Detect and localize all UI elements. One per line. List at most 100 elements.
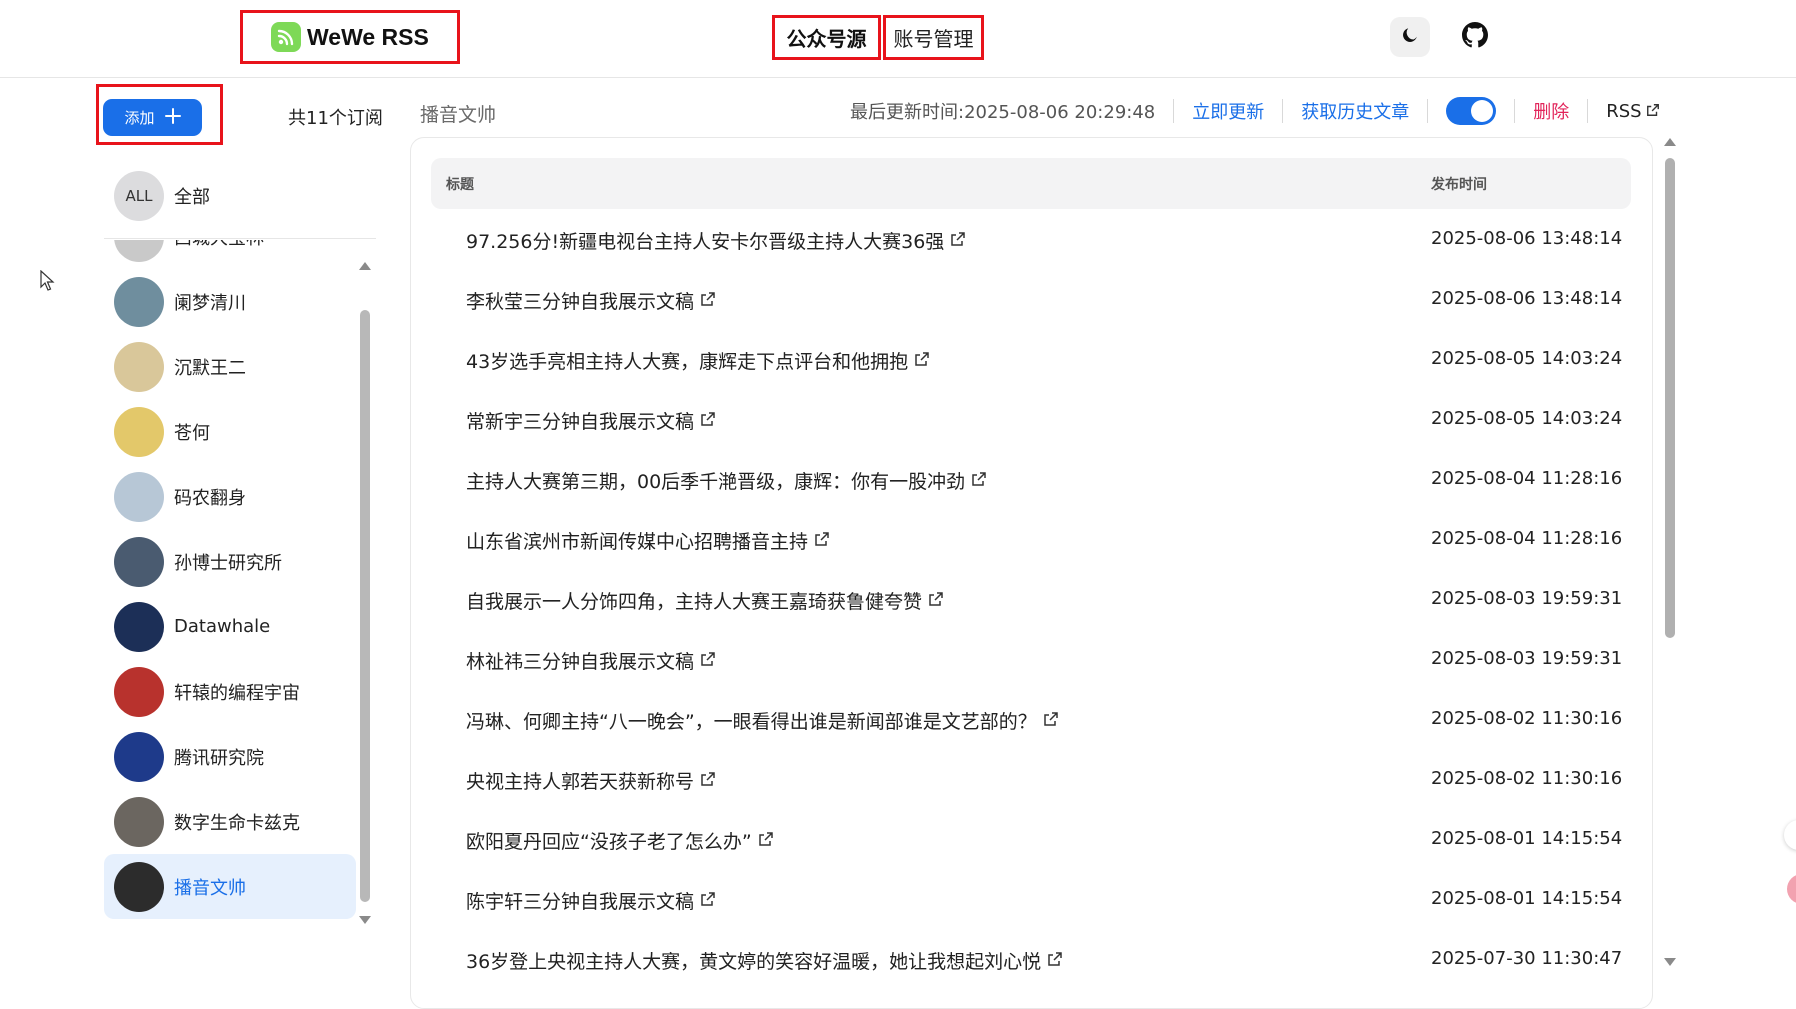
brand-name[interactable]: WeWe RSS: [307, 24, 429, 51]
article-title-link[interactable]: 自我展示一人分饰四角，主持人大赛王嘉琦获鲁健夸赞: [466, 587, 944, 614]
article-title-link[interactable]: 山东省滨州市新闻传媒中心招聘播音主持: [466, 527, 830, 554]
plus-icon: [164, 107, 181, 128]
avatar: [114, 276, 164, 327]
update-now-link[interactable]: 立即更新: [1174, 99, 1284, 123]
avatar: [114, 240, 164, 262]
article-title-link[interactable]: 常新宇三分钟自我展示文稿: [466, 407, 716, 434]
scroll-down-icon[interactable]: [1664, 958, 1676, 966]
article-title-link[interactable]: 欧阳夏丹回应“没孩子老了怎么办”: [466, 827, 774, 854]
sidebar-item-all[interactable]: ALL 全部: [104, 167, 354, 225]
table-row: 欧阳夏丹回应“没孩子老了怎么办” 2025-08-01 14:15:54: [431, 809, 1631, 869]
sidebar-account-item[interactable]: 数字生命卡兹克: [104, 789, 356, 854]
external-link-icon: [700, 890, 716, 912]
article-title-link[interactable]: 李秋莹三分钟自我展示文稿: [466, 287, 716, 314]
external-link-icon: [1646, 101, 1660, 122]
article-title-text: 主持人大赛第三期，00后季千滟晋级，康辉：你有一股冲劲: [466, 471, 966, 493]
external-link-icon: [928, 590, 944, 612]
article-title-link[interactable]: 43岁选手亮相主持人大赛，康辉走下点评台和他拥抱: [466, 347, 930, 374]
article-title-link[interactable]: 林祉祎三分钟自我展示文稿: [466, 647, 716, 674]
sidebar-item-label: 码农翻身: [174, 487, 246, 509]
article-date: 2025-08-01 14:15:54: [1431, 888, 1623, 909]
article-title-link[interactable]: 冯琳、何卿主持“八一晚会”，一眼看得出谁是新闻部谁是文艺部的？: [466, 707, 1059, 734]
article-date: 2025-07-30 11:30:47: [1431, 948, 1623, 969]
article-title-text: 陈宇轩三分钟自我展示文稿: [466, 891, 695, 913]
sidebar-account-item[interactable]: 孙博士研究所: [104, 529, 356, 594]
sidebar-item-label: 阑梦清川: [174, 292, 246, 314]
article-title-link[interactable]: 央视主持人郭若天获新称号: [466, 767, 716, 794]
account-toolbar: 最后更新时间:2025-08-06 20:29:48 立即更新 获取历史文章 删…: [850, 96, 1678, 126]
floating-button[interactable]: [1784, 820, 1796, 850]
avatar: [114, 536, 164, 587]
article-date: 2025-08-02 11:30:16: [1431, 708, 1623, 729]
tab-accounts[interactable]: 账号管理: [883, 15, 984, 60]
table-row: 林祉祎三分钟自我展示文稿 2025-08-03 19:59:31: [431, 629, 1631, 689]
sidebar-account-item[interactable]: 轩辕的编程宇宙: [104, 659, 356, 724]
article-date: 2025-08-02 11:30:16: [1431, 768, 1623, 789]
sidebar-item-label: Datawhale: [174, 616, 271, 637]
article-panel: 标题 发布时间 97.256分!新疆电视台主持人安卡尔晋级主持人大赛36强 202…: [410, 137, 1653, 1009]
article-rows: 97.256分!新疆电视台主持人安卡尔晋级主持人大赛36强 2025-08-06 …: [431, 209, 1631, 989]
article-title-text: 央视主持人郭若天获新称号: [466, 771, 695, 793]
scroll-up-icon[interactable]: [359, 262, 371, 270]
delete-link[interactable]: 删除: [1515, 99, 1589, 123]
table-header: 标题 发布时间: [431, 158, 1631, 209]
sidebar-scrollbar[interactable]: [356, 258, 374, 926]
enable-toggle[interactable]: [1446, 97, 1497, 125]
article-scrollbar[interactable]: [1662, 134, 1678, 970]
article-title-link[interactable]: 97.256分!新疆电视台主持人安卡尔晋级主持人大赛36强: [466, 227, 966, 254]
moon-icon: [1400, 25, 1420, 49]
last-updated-text: 最后更新时间:2025-08-06 20:29:48: [850, 99, 1175, 123]
github-icon: [1462, 22, 1488, 52]
account-title: 播音文帅: [420, 104, 497, 126]
column-header-date[interactable]: 发布时间: [1431, 174, 1487, 194]
rss-link[interactable]: RSS: [1588, 99, 1677, 123]
rss-logo-icon: [271, 22, 301, 52]
sidebar-account-item[interactable]: Datawhale: [104, 594, 356, 659]
sidebar-item-label: 腾讯研究院: [174, 747, 264, 769]
scrollbar-thumb[interactable]: [1665, 158, 1675, 638]
article-title-link[interactable]: 主持人大赛第三期，00后季千滟晋级，康辉：你有一股冲劲: [466, 467, 987, 494]
sidebar-divider: [104, 238, 376, 239]
article-title-text: 山东省滨州市新闻传媒中心招聘播音主持: [466, 531, 809, 553]
article-title-link[interactable]: 36岁登上央视主持人大赛，黄文婷的笑容好温暖，她让我想起刘心悦: [466, 947, 1063, 974]
scroll-up-icon[interactable]: [1664, 138, 1676, 146]
article-title-text: 43岁选手亮相主持人大赛，康辉走下点评台和他拥抱: [466, 351, 909, 373]
article-title-text: 李秋莹三分钟自我展示文稿: [466, 291, 695, 313]
sidebar-account-item[interactable]: 阑梦清川: [104, 269, 356, 334]
sidebar-item-label: 西城大宝林: [174, 240, 264, 250]
tab-feeds[interactable]: 公众号源: [772, 15, 881, 60]
scroll-down-icon[interactable]: [359, 916, 371, 924]
sidebar-item-label: 沉默王二: [174, 357, 246, 379]
github-button[interactable]: [1455, 17, 1495, 57]
article-date: 2025-08-05 14:03:24: [1431, 408, 1623, 429]
scrollbar-thumb[interactable]: [360, 310, 370, 902]
brand-highlight-box: WeWe RSS: [240, 10, 460, 64]
external-link-icon: [700, 650, 716, 672]
table-row: 李秋莹三分钟自我展示文稿 2025-08-06 13:48:14: [431, 269, 1631, 329]
sidebar-account-item[interactable]: 播音文帅: [104, 854, 356, 919]
sidebar-account-item[interactable]: 沉默王二: [104, 334, 356, 399]
table-row: 主持人大赛第三期，00后季千滟晋级，康辉：你有一股冲劲 2025-08-04 11…: [431, 449, 1631, 509]
account-list[interactable]: 西城大宝林阑梦清川沉默王二苍何码农翻身孙博士研究所 Datawhale 轩辕的编程宇…: [104, 240, 356, 935]
add-subscription-button[interactable]: 添加: [103, 99, 202, 136]
sidebar-account-item[interactable]: 西城大宝林: [104, 240, 356, 269]
sidebar-item-label: 孙博士研究所: [174, 552, 282, 574]
article-date: 2025-08-01 14:15:54: [1431, 828, 1623, 849]
avatar: [114, 471, 164, 522]
sidebar-account-item[interactable]: 腾讯研究院: [104, 724, 356, 789]
article-title-link[interactable]: 陈宇轩三分钟自我展示文稿: [466, 887, 716, 914]
theme-toggle-button[interactable]: [1390, 17, 1430, 57]
table-row: 陈宇轩三分钟自我展示文稿 2025-08-01 14:15:54: [431, 869, 1631, 929]
add-highlight-box: 添加: [96, 84, 223, 145]
floating-button[interactable]: [1787, 874, 1796, 904]
article-title-text: 97.256分!新疆电视台主持人安卡尔晋级主持人大赛36强: [466, 231, 945, 253]
sidebar-account-item[interactable]: 苍何: [104, 399, 356, 464]
column-header-title[interactable]: 标题: [446, 174, 474, 194]
table-row: 36岁登上央视主持人大赛，黄文婷的笑容好温暖，她让我想起刘心悦 2025-07-3…: [431, 929, 1631, 989]
article-date: 2025-08-04 11:28:16: [1431, 468, 1623, 489]
sidebar-account-item[interactable]: 码农翻身: [104, 464, 356, 529]
table-row: 43岁选手亮相主持人大赛，康辉走下点评台和他拥抱 2025-08-05 14:03…: [431, 329, 1631, 389]
table-row: 自我展示一人分饰四角，主持人大赛王嘉琦获鲁健夸赞 2025-08-03 19:59…: [431, 569, 1631, 629]
fetch-history-link[interactable]: 获取历史文章: [1283, 99, 1429, 123]
table-row: 冯琳、何卿主持“八一晚会”，一眼看得出谁是新闻部谁是文艺部的？ 2025-08-0…: [431, 689, 1631, 749]
